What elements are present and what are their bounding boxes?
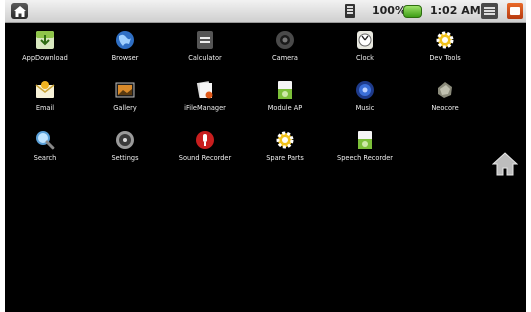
- battery-percentage: 100%: [372, 4, 406, 17]
- home-icon[interactable]: [492, 152, 518, 176]
- app-label: Dev Tools: [429, 54, 461, 62]
- app-search[interactable]: Search: [5, 128, 85, 172]
- app-email[interactable]: Email: [5, 78, 85, 122]
- app-label: Module AP: [267, 104, 303, 112]
- android-package-icon: [278, 81, 292, 99]
- app-label: Gallery: [113, 104, 137, 112]
- app-label: iFileManager: [184, 104, 226, 112]
- app-browser[interactable]: Browser: [85, 28, 165, 72]
- app-camera[interactable]: Camera: [245, 28, 325, 72]
- app-label: Spare Parts: [266, 154, 304, 162]
- app-label: Music: [355, 104, 375, 112]
- android-package-icon: [358, 131, 372, 149]
- email-icon: [35, 81, 55, 98]
- microphone-icon: [196, 131, 214, 149]
- gear-icon: [276, 131, 294, 149]
- app-label: Speech Recorder: [337, 154, 393, 162]
- menu-button[interactable]: [481, 3, 498, 19]
- app-speechrecorder[interactable]: Speech Recorder: [325, 128, 405, 172]
- app-label: Neocore: [431, 104, 459, 112]
- camera-icon: [276, 31, 294, 49]
- app-settings[interactable]: Settings: [85, 128, 165, 172]
- settings-icon: [116, 131, 134, 149]
- app-moduleap[interactable]: Module AP: [245, 78, 325, 122]
- app-calculator[interactable]: Calculator: [165, 28, 245, 72]
- globe-icon: [116, 31, 134, 49]
- app-appdownload[interactable]: AppDownload: [5, 28, 85, 72]
- clock-icon: [357, 31, 373, 49]
- app-devtools[interactable]: Dev Tools: [405, 28, 485, 72]
- file-manager-icon: [196, 81, 213, 99]
- app-label: Search: [33, 154, 57, 162]
- app-clock[interactable]: Clock: [325, 28, 405, 72]
- app-label: Browser: [111, 54, 139, 62]
- speaker-icon: [356, 81, 374, 99]
- app-spareparts[interactable]: Spare Parts: [245, 128, 325, 172]
- calculator-icon: [197, 31, 213, 49]
- app-neocore[interactable]: Neocore: [405, 78, 485, 122]
- gallery-icon: [115, 82, 135, 98]
- sim-card-icon: [345, 4, 355, 18]
- app-label: Camera: [272, 54, 298, 62]
- app-music[interactable]: Music: [325, 78, 405, 122]
- app-label: Clock: [356, 54, 374, 62]
- app-ifilemanager[interactable]: iFileManager: [165, 78, 245, 122]
- app-label: AppDownload: [22, 54, 68, 62]
- app-label: Email: [35, 104, 55, 112]
- neocore-icon: [438, 82, 452, 98]
- device-screen: 100% 1:02 AM AppDownload Browser Calcula…: [5, 0, 526, 312]
- home-button[interactable]: [11, 3, 28, 19]
- notification-icon[interactable]: [507, 3, 523, 19]
- app-gallery[interactable]: Gallery: [85, 78, 165, 122]
- app-download-icon: [36, 31, 54, 49]
- app-label: Settings: [111, 154, 139, 162]
- app-soundrecorder[interactable]: Sound Recorder: [165, 128, 245, 172]
- status-bar: 100% 1:02 AM: [5, 0, 526, 23]
- home-icon: [13, 5, 26, 17]
- battery-icon: [403, 5, 422, 18]
- app-label: Calculator: [188, 54, 222, 62]
- magnifier-icon: [36, 131, 55, 150]
- gear-icon: [436, 31, 454, 49]
- status-clock: 1:02 AM: [430, 4, 481, 17]
- app-label: Sound Recorder: [178, 154, 232, 162]
